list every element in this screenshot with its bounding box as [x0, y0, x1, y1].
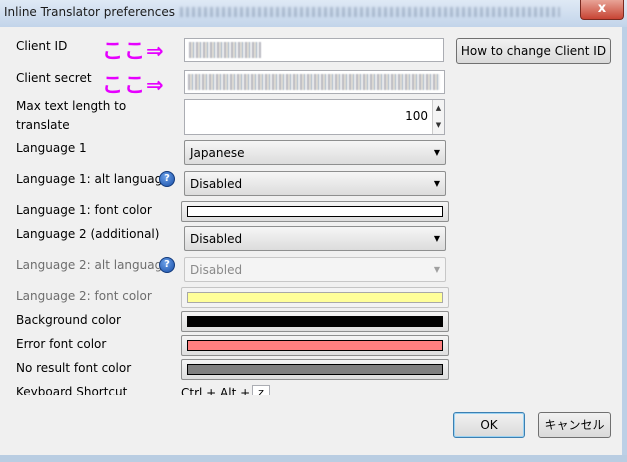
language2-alt-selected-value: Disabled	[190, 263, 243, 277]
background-color-label: Background color	[16, 313, 121, 327]
language1-font-color-picker[interactable]	[181, 201, 449, 222]
keyboard-shortcut-label: Keyboard Shortcut	[16, 385, 128, 395]
client-id-input[interactable]	[184, 38, 444, 62]
client-id-label: Client ID	[16, 39, 68, 53]
spinner-buttons: ▲ ▼	[432, 100, 444, 134]
title-bar[interactable]: Inline Translator preferences x	[0, 0, 627, 27]
color-swatch	[187, 206, 443, 217]
color-swatch	[187, 340, 443, 351]
color-swatch	[187, 364, 443, 375]
language1-alt-selected-value: Disabled	[190, 177, 243, 191]
client-id-masked-value	[189, 42, 261, 58]
spin-up-icon[interactable]: ▲	[433, 100, 444, 118]
background-color-picker[interactable]	[181, 311, 449, 332]
chevron-down-icon: ▼	[433, 234, 440, 243]
language2-alt-select: Disabled ▼	[184, 257, 446, 282]
language2-label: Language 2 (additional)	[16, 227, 160, 241]
no-result-font-color-picker[interactable]	[181, 359, 449, 380]
window-title: Inline Translator preferences	[4, 5, 175, 19]
max-text-length-label-line1: Max text length to	[16, 99, 127, 113]
error-font-color-picker[interactable]	[181, 335, 449, 356]
help-icon[interactable]: ?	[159, 171, 175, 187]
max-text-length-spinner[interactable]: 100 ▲ ▼	[184, 99, 445, 135]
language1-selected-value: Japanese	[190, 146, 245, 160]
spin-down-icon[interactable]: ▼	[433, 117, 444, 134]
no-result-font-color-label: No result font color	[16, 361, 132, 375]
color-swatch	[187, 292, 443, 303]
background-window-title-blur	[180, 7, 560, 17]
language1-select[interactable]: Japanese ▼	[184, 140, 446, 165]
preferences-dialog: Client ID ここ⇒ Client secret ここ⇒ How to c…	[0, 27, 622, 455]
color-swatch	[187, 316, 443, 327]
language1-alt-label: Language 1: alt languag	[16, 172, 162, 186]
keyboard-shortcut-modifiers: Ctrl + Alt +	[181, 386, 251, 395]
help-icon[interactable]: ?	[159, 257, 175, 273]
client-secret-masked-value	[188, 74, 440, 90]
keyboard-shortcut-key-input[interactable]: z	[252, 385, 270, 395]
language1-font-color-label: Language 1: font color	[16, 203, 152, 217]
language2-alt-label: Language 2: alt languag	[16, 258, 162, 272]
max-text-length-value: 100	[405, 109, 428, 123]
chevron-down-icon: ▼	[433, 148, 440, 157]
language2-font-color-label: Language 2: font color	[16, 289, 152, 303]
language1-label: Language 1	[16, 141, 87, 155]
client-secret-label: Client secret	[16, 71, 92, 85]
client-secret-input[interactable]	[184, 70, 445, 94]
ok-button[interactable]: OK	[453, 412, 525, 438]
window-border-bottom	[0, 455, 627, 462]
chevron-down-icon: ▼	[433, 179, 440, 188]
language2-font-color-picker	[181, 287, 449, 308]
language2-selected-value: Disabled	[190, 232, 243, 246]
window-border-right	[622, 27, 627, 462]
how-to-change-client-id-button[interactable]: How to change Client ID	[456, 38, 611, 64]
close-button[interactable]: x	[580, 0, 624, 20]
cancel-button[interactable]: キャンセル	[538, 412, 611, 438]
settings-scroll-region[interactable]: Client ID ここ⇒ Client secret ここ⇒ How to c…	[0, 27, 622, 395]
annotation-arrow-client-secret: ここ⇒	[102, 73, 165, 97]
language2-select[interactable]: Disabled ▼	[184, 226, 446, 251]
annotation-arrow-client-id: ここ⇒	[102, 39, 165, 63]
max-text-length-label-line2: translate	[16, 118, 70, 132]
error-font-color-label: Error font color	[16, 337, 107, 351]
language1-alt-select[interactable]: Disabled ▼	[184, 171, 446, 196]
chevron-down-icon: ▼	[433, 265, 440, 274]
